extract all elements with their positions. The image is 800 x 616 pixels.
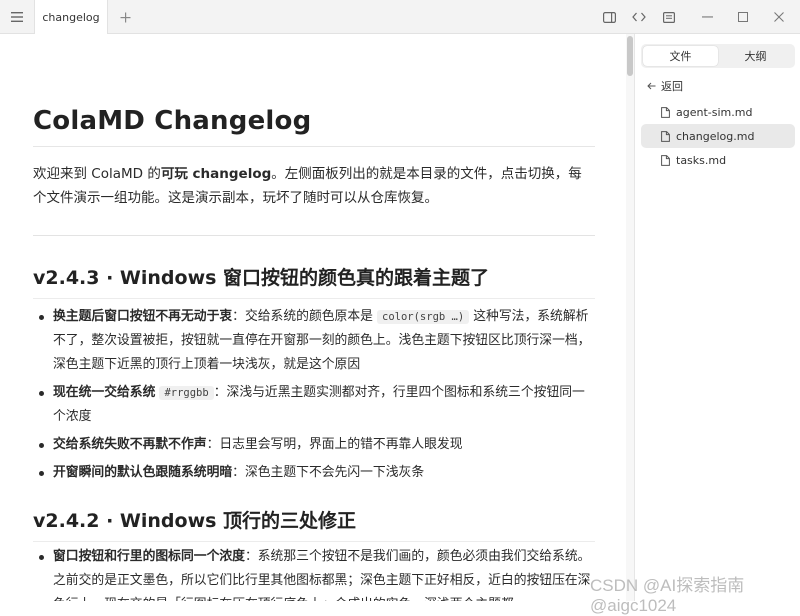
file-item-tasks[interactable]: tasks.md xyxy=(641,148,795,172)
list-item: 窗口按钮和行里的图标同一个浓度：系统那三个按钮不是我们画的，颜色必须由我们交给系… xyxy=(33,545,595,601)
back-label: 返回 xyxy=(661,80,683,93)
list-item: 交给系统失败不再默不作声：日志里会写明，界面上的错不再靠人眼发现 xyxy=(33,433,595,457)
intro-paragraph: 欢迎来到 ColaMD 的可玩 changelog。左侧面板列出的就是本目录的文… xyxy=(33,162,595,210)
bullet xyxy=(39,443,44,448)
close-icon[interactable] xyxy=(762,0,796,34)
item-bold: 开窗瞬间的默认色跟随系统明暗 xyxy=(53,465,233,480)
tab-changelog[interactable]: changelog xyxy=(34,0,108,34)
bullet xyxy=(39,391,44,396)
divider xyxy=(33,235,595,236)
sidebar-toggle-icon[interactable] xyxy=(592,0,626,34)
change-list: 窗口按钮和行里的图标同一个浓度：系统那三个按钮不是我们画的，颜色必须由我们交给系… xyxy=(33,545,595,601)
item-bold: 现在统一交给系统 xyxy=(53,385,156,400)
outline-icon[interactable] xyxy=(652,0,686,34)
intro-strong: 可玩 changelog xyxy=(160,166,272,182)
file-icon xyxy=(661,106,670,118)
new-tab-plus-icon[interactable] xyxy=(110,0,140,34)
item-bold: 交给系统失败不再默不作声 xyxy=(53,437,207,452)
section-heading: v2.4.3 · Windows 窗口按钮的颜色真的跟着主题了 xyxy=(33,263,595,299)
page-title: ColaMD Changelog xyxy=(33,106,595,147)
tab-label: changelog xyxy=(42,10,100,24)
bullet xyxy=(39,555,44,560)
code-view-icon[interactable] xyxy=(622,0,656,34)
file-item-changelog[interactable]: changelog.md xyxy=(641,124,795,148)
bullet xyxy=(39,315,44,320)
watermark: CSDN @AI探索指南 @aigc1024 xyxy=(590,576,745,615)
file-item-agent-sim[interactable]: agent-sim.md xyxy=(641,100,795,124)
item-text: ：深色主题下不会先闪一下浅灰条 xyxy=(232,465,425,480)
item-bold: 换主题后窗口按钮不再无动于衷 xyxy=(53,309,233,324)
bullet xyxy=(39,471,44,476)
item-bold: 窗口按钮和行里的图标同一个浓度 xyxy=(53,549,245,564)
tab-files[interactable]: 文件 xyxy=(643,46,718,66)
list-item: 现在统一交给系统 #rrggbb ：深浅与近黑主题实测都对齐，行里四个图标和系统三… xyxy=(33,381,595,429)
file-name: tasks.md xyxy=(676,153,727,167)
list-item: 开窗瞬间的默认色跟随系统明暗：深色主题下不会先闪一下浅灰条 xyxy=(33,461,595,485)
file-name: changelog.md xyxy=(676,129,755,143)
file-icon xyxy=(661,130,670,142)
inline-code: #rrggbb xyxy=(159,386,214,400)
scrollbar-track[interactable] xyxy=(626,34,634,601)
minimize-icon[interactable] xyxy=(690,0,724,34)
tab-outline[interactable]: 大纲 xyxy=(718,46,793,66)
item-text: ：交给系统的颜色原本是 xyxy=(232,309,377,324)
change-list: 换主题后窗口按钮不再无动于衷：交给系统的颜色原本是 color(srgb …) … xyxy=(33,305,595,489)
arrow-left-icon xyxy=(647,82,656,90)
hamburger-menu-icon[interactable] xyxy=(0,0,34,34)
back-button[interactable]: 返回 xyxy=(647,76,683,96)
inline-code: color(srgb …) xyxy=(377,310,470,324)
maximize-icon[interactable] xyxy=(726,0,760,34)
item-text: ：日志里会写明，界面上的错不再靠人眼发现 xyxy=(206,437,463,452)
file-name: agent-sim.md xyxy=(676,105,753,119)
editor-pane[interactable]: ColaMD Changelog 欢迎来到 ColaMD 的可玩 changel… xyxy=(0,34,626,601)
title-bar: changelog xyxy=(0,0,800,34)
list-item: 换主题后窗口按钮不再无动于衷：交给系统的颜色原本是 color(srgb …) … xyxy=(33,305,595,377)
file-sidebar: 文件 大纲 返回 agent-sim.md changelog.md tasks… xyxy=(634,34,800,601)
section-heading: v2.4.2 · Windows 顶行的三处修正 xyxy=(33,506,595,542)
scrollbar-thumb[interactable] xyxy=(627,36,633,76)
sidebar-tabs: 文件 大纲 xyxy=(641,44,795,68)
file-icon xyxy=(661,154,670,166)
intro-text: 欢迎来到 ColaMD 的 xyxy=(33,166,161,182)
